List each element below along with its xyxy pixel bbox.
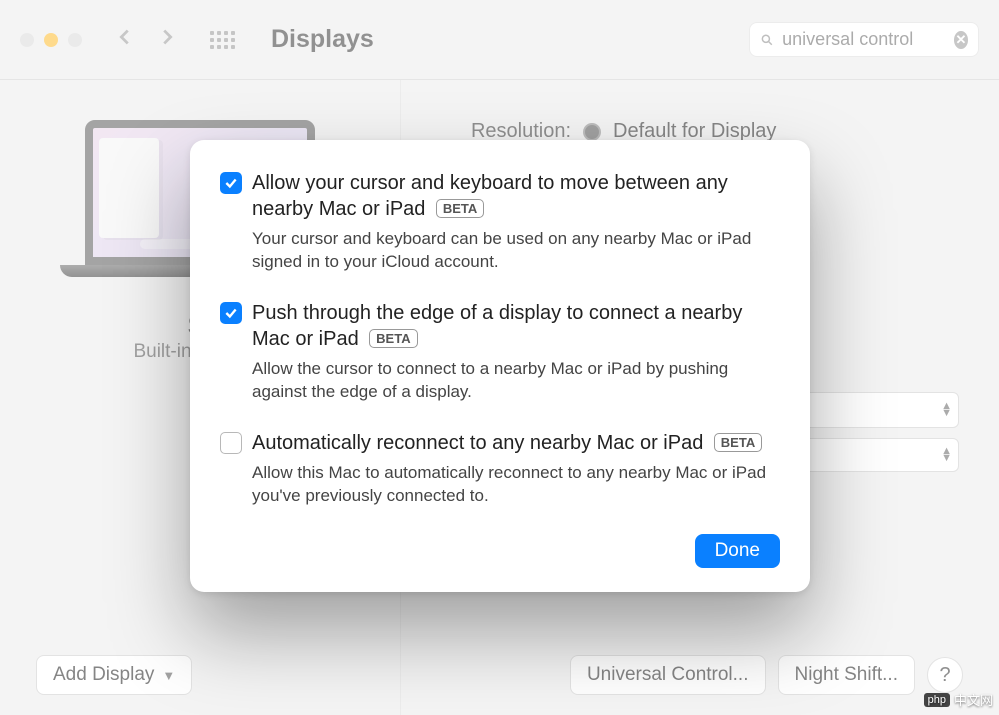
bottom-bar: Add Display ▼ Universal Control... Night… bbox=[36, 655, 963, 695]
add-display-button[interactable]: Add Display ▼ bbox=[36, 655, 192, 695]
done-button[interactable]: Done bbox=[695, 534, 780, 568]
search-field-container[interactable]: ✕ bbox=[749, 22, 979, 57]
checkbox-auto-reconnect[interactable] bbox=[220, 432, 242, 454]
window-title: Displays bbox=[271, 25, 374, 54]
clear-search-button[interactable]: ✕ bbox=[954, 31, 968, 49]
option-text: Push through the edge of a display to co… bbox=[252, 300, 780, 404]
option-text: Automatically reconnect to any nearby Ma… bbox=[252, 430, 780, 508]
beta-badge: BETA bbox=[714, 433, 762, 452]
back-button[interactable] bbox=[114, 26, 136, 53]
night-shift-label: Night Shift... bbox=[795, 664, 899, 686]
zoom-window-button[interactable] bbox=[68, 33, 82, 47]
checkbox-allow-cursor[interactable] bbox=[220, 172, 242, 194]
beta-badge: BETA bbox=[436, 199, 484, 218]
modal-footer: Done bbox=[220, 534, 780, 568]
checkbox-push-edge[interactable] bbox=[220, 302, 242, 324]
toolbar: Displays ✕ bbox=[0, 0, 999, 80]
option-title: Allow your cursor and keyboard to move b… bbox=[252, 172, 728, 220]
chevron-updown-icon: ▲▼ bbox=[941, 403, 952, 417]
show-all-icon[interactable] bbox=[210, 31, 235, 49]
option-desc: Allow the cursor to connect to a nearby … bbox=[252, 358, 780, 404]
option-text: Allow your cursor and keyboard to move b… bbox=[252, 170, 780, 274]
universal-control-button[interactable]: Universal Control... bbox=[570, 655, 766, 695]
watermark: php 中文网 bbox=[924, 690, 993, 709]
night-shift-button[interactable]: Night Shift... bbox=[778, 655, 916, 695]
window-controls bbox=[20, 33, 82, 47]
resolution-radio[interactable] bbox=[583, 123, 601, 141]
option-row: Automatically reconnect to any nearby Ma… bbox=[220, 430, 780, 508]
universal-control-label: Universal Control... bbox=[587, 664, 749, 686]
close-window-button[interactable] bbox=[20, 33, 34, 47]
universal-control-sheet: Allow your cursor and keyboard to move b… bbox=[190, 140, 810, 592]
search-input[interactable] bbox=[782, 29, 946, 50]
option-title: Automatically reconnect to any nearby Ma… bbox=[252, 432, 703, 454]
chevron-updown-icon: ▲▼ bbox=[941, 448, 952, 462]
option-row: Allow your cursor and keyboard to move b… bbox=[220, 170, 780, 274]
add-display-label: Add Display bbox=[53, 664, 154, 686]
watermark-text: 中文网 bbox=[954, 690, 993, 709]
beta-badge: BETA bbox=[369, 329, 417, 348]
help-label: ? bbox=[939, 664, 950, 687]
option-title: Push through the edge of a display to co… bbox=[252, 302, 742, 350]
minimize-window-button[interactable] bbox=[44, 33, 58, 47]
forward-button[interactable] bbox=[156, 26, 178, 53]
nav-arrows bbox=[114, 26, 178, 53]
help-button[interactable]: ? bbox=[927, 657, 963, 693]
watermark-badge: php bbox=[924, 693, 950, 707]
option-desc: Your cursor and keyboard can be used on … bbox=[252, 228, 780, 274]
chevron-down-icon: ▼ bbox=[162, 668, 175, 683]
option-desc: Allow this Mac to automatically reconnec… bbox=[252, 462, 780, 508]
option-row: Push through the edge of a display to co… bbox=[220, 300, 780, 404]
search-icon bbox=[760, 31, 774, 49]
